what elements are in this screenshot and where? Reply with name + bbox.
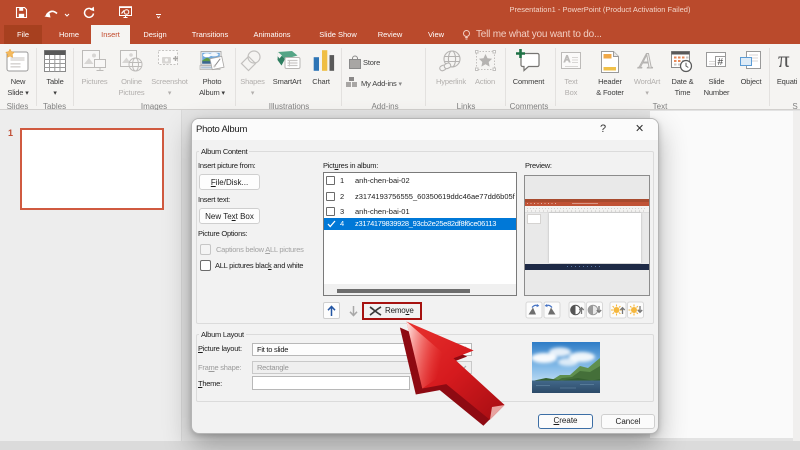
svg-text:A: A xyxy=(564,54,570,64)
svg-text:A: A xyxy=(637,48,653,73)
svg-text:π: π xyxy=(778,47,790,72)
svg-text:#: # xyxy=(718,57,724,68)
